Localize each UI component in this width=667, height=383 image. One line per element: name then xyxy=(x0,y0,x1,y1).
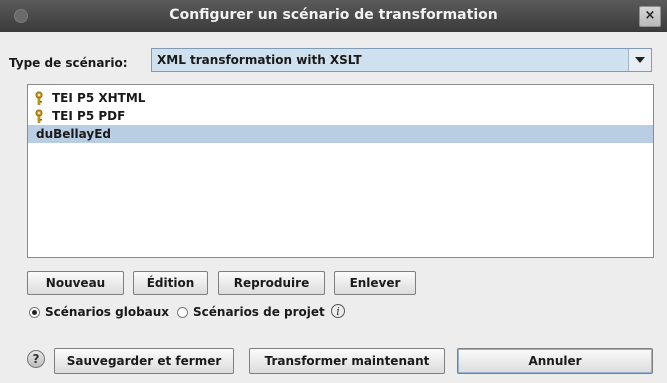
dropdown-arrow-icon[interactable] xyxy=(628,49,651,71)
edit-button[interactable]: Édition xyxy=(133,271,208,295)
new-button[interactable]: Nouveau xyxy=(27,271,124,295)
window-title: Configurer un scénario de transformation xyxy=(169,7,498,23)
list-item-label: TEI P5 PDF xyxy=(52,109,126,123)
global-scenarios-label[interactable]: Scénarios globaux xyxy=(45,305,169,319)
project-scenarios-radio[interactable] xyxy=(177,307,188,318)
project-scenarios-label[interactable]: Scénarios de projet xyxy=(193,305,325,319)
key-icon xyxy=(35,91,43,105)
duplicate-button[interactable]: Reproduire xyxy=(218,271,325,295)
cancel-button[interactable]: Annuler xyxy=(457,348,653,374)
info-icon[interactable]: i xyxy=(331,304,345,318)
scenario-type-value: XML transformation with XSLT xyxy=(157,53,362,67)
list-item-tei-p5-xhtml[interactable]: TEI P5 XHTML xyxy=(28,89,653,107)
save-close-button[interactable]: Sauvegarder et fermer xyxy=(54,348,234,374)
list-item-label: TEI P5 XHTML xyxy=(52,91,146,105)
list-item-tei-p5-pdf[interactable]: TEI P5 PDF xyxy=(28,107,653,125)
scenario-type-label: Type de scénario: xyxy=(9,56,128,70)
help-icon[interactable]: ? xyxy=(27,350,45,368)
title-bar: Configurer un scénario de transformation… xyxy=(0,0,667,32)
list-item-label: duBellayEd xyxy=(36,127,111,141)
global-scenarios-radio[interactable] xyxy=(29,307,40,318)
remove-button[interactable]: Enlever xyxy=(334,271,416,295)
scenario-type-select[interactable]: XML transformation with XSLT xyxy=(151,48,652,72)
scenario-list[interactable]: TEI P5 XHTML TEI P5 PDF duBellayEd xyxy=(27,84,654,258)
key-icon xyxy=(35,109,43,123)
list-item-dubellayed[interactable]: duBellayEd xyxy=(28,125,653,143)
close-button[interactable]: × xyxy=(639,6,661,27)
transform-now-button[interactable]: Transformer maintenant xyxy=(249,348,445,374)
